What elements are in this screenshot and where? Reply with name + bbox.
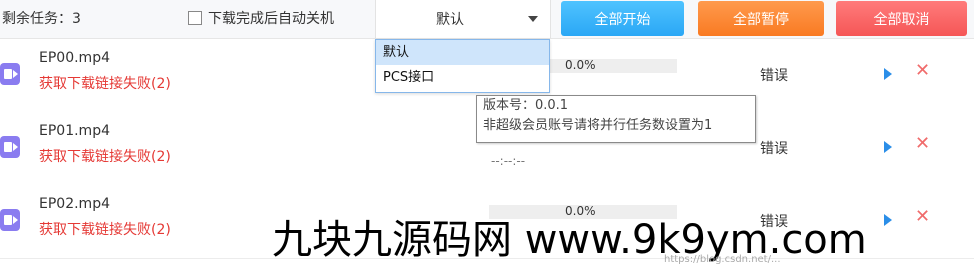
remaining-tasks-label: 剩余任务：3 (2, 11, 81, 27)
dropdown-option-default[interactable]: 默认 (376, 40, 549, 65)
play-icon[interactable] (884, 214, 892, 226)
task-time-remaining: --:--:-- (491, 154, 526, 168)
checkbox-box[interactable] (188, 11, 202, 25)
task-filename: EP00.mp4 (39, 50, 110, 66)
close-icon[interactable]: ✕ (915, 207, 930, 227)
task-status: 错误 (760, 68, 788, 84)
task-error: 获取下载链接失败(2) (39, 149, 171, 165)
mode-dropdown-list: 默认 PCS接口 (375, 39, 550, 93)
task-error: 获取下载链接失败(2) (39, 222, 171, 238)
start-all-button[interactable]: 全部开始 (561, 1, 684, 36)
video-file-icon (0, 209, 20, 231)
dropdown-option-pcs[interactable]: PCS接口 (376, 65, 549, 90)
watermark-url: https://blog.csdn.net/... (664, 254, 781, 265)
task-status: 错误 (760, 141, 788, 157)
video-file-icon (0, 63, 20, 85)
toolbar: 剩余任务：3 下载完成后自动关机 默认 全部开始 全部暂停 全部取消 (0, 0, 974, 39)
close-icon[interactable]: ✕ (915, 134, 930, 154)
task-error: 获取下载链接失败(2) (39, 76, 171, 92)
auto-shutdown-label: 下载完成后自动关机 (208, 11, 334, 27)
cancel-all-button[interactable]: 全部取消 (836, 1, 967, 36)
task-filename: EP02.mp4 (39, 196, 110, 212)
play-icon[interactable] (884, 68, 892, 80)
tooltip-hint: 非超级会员账号请将并行任务数设置为1 (483, 118, 713, 133)
pause-all-button[interactable]: 全部暂停 (698, 1, 824, 36)
tooltip: 版本号：0.0.1 非超级会员账号请将并行任务数设置为1 (476, 95, 756, 143)
mode-select-value: 默认 (436, 12, 464, 28)
video-file-icon (0, 136, 20, 158)
mode-select[interactable]: 默认 (375, 0, 551, 38)
close-icon[interactable]: ✕ (915, 61, 930, 81)
progress-text: 0.0% (565, 58, 596, 72)
chevron-down-icon[interactable] (528, 16, 538, 22)
task-filename: EP01.mp4 (39, 123, 110, 139)
play-icon[interactable] (884, 141, 892, 153)
tooltip-version: 版本号：0.0.1 (483, 98, 569, 113)
auto-shutdown-checkbox[interactable]: 下载完成后自动关机 (188, 8, 334, 28)
